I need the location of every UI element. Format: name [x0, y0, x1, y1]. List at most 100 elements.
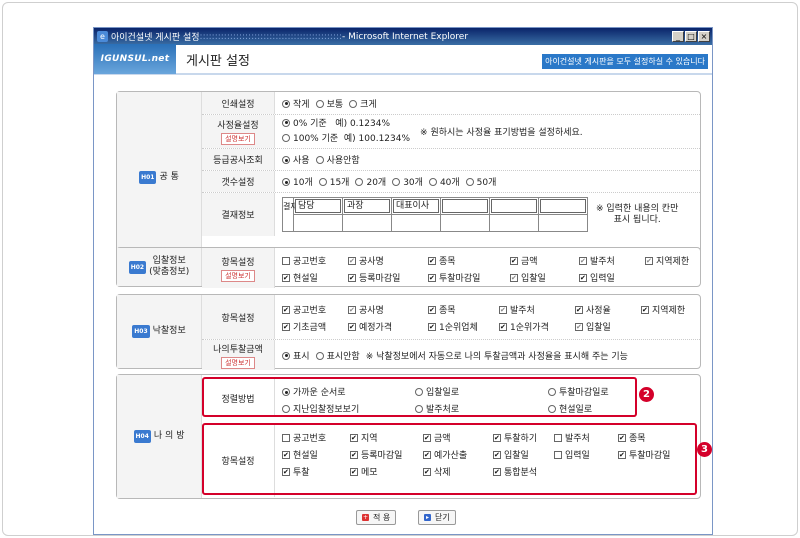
checkbox-icon — [510, 257, 518, 265]
checkbox-item[interactable]: 입찰일 — [510, 271, 579, 284]
window-title: 아이건설넷 게시판 설정 — [111, 33, 200, 43]
award-items-grid: 공고번호공사명종목발주처사정율지역제한기초금액예정가격1순위업체1순위가격입찰일 — [282, 303, 705, 333]
print-normal[interactable]: 보통 — [315, 97, 343, 110]
checkbox-icon — [428, 274, 436, 282]
section-icon: H03 — [132, 325, 150, 338]
bid-items-row: 항목설정설명보기 공고번호공사명종목금액발주처지역제한현설일등록마감일투찰마감일… — [202, 248, 700, 288]
print-small[interactable]: 작게 — [282, 97, 310, 110]
grade-use[interactable]: 사용 — [282, 153, 310, 166]
rate-note: ※ 원하시는 사정율 표기방법을 설정하세요. — [420, 128, 583, 138]
checkbox-icon — [348, 257, 356, 265]
count-50[interactable]: 50개 — [465, 175, 496, 188]
checkbox-item[interactable]: 공사명 — [348, 303, 428, 316]
grade-row: 등급공사조회 사용 사용안함 — [202, 148, 700, 170]
approval-gyeol: 결재 — [282, 197, 298, 232]
radio-icon — [315, 351, 324, 360]
approval-note: ※ 입력한 내용의 칸만 표시 됩니다. — [596, 203, 679, 225]
myroom-title: 나 의 방 — [153, 431, 185, 441]
checkbox-icon — [428, 306, 436, 314]
checkbox-item[interactable]: 공고번호 — [282, 303, 348, 316]
checkbox-item[interactable]: 현설일 — [282, 271, 348, 284]
highlight-box-3 — [202, 423, 697, 495]
checkbox-item[interactable]: 예정가격 — [348, 320, 428, 333]
checkbox-item[interactable]: 발주처 — [579, 254, 645, 267]
checkbox-item[interactable]: 등록마감일 — [348, 271, 428, 284]
rate-label: 사정율설정 — [217, 121, 259, 131]
rate-row: 사정율설정설명보기 0% 기준 예) 0.1234% 100% 기준 예) 10… — [202, 114, 700, 148]
radio-icon — [282, 178, 290, 186]
checkbox-item[interactable]: 지역제한 — [641, 303, 705, 316]
arrow-icon: ▸ — [424, 514, 431, 521]
approval-slot-2[interactable]: 과장 — [344, 199, 390, 213]
award-side: H03 낙찰정보 — [117, 295, 202, 368]
checkbox-icon — [282, 323, 290, 331]
checkbox-icon — [282, 306, 290, 314]
radio-icon — [392, 178, 401, 186]
browser-window: e 아이건설넷 게시판 설정 :::::::::::::::::::::::::… — [93, 27, 713, 535]
minimize-button[interactable]: _ — [672, 31, 684, 42]
radio-icon — [315, 99, 324, 108]
count-10[interactable]: 10개 — [282, 175, 313, 188]
maximize-button[interactable]: □ — [685, 31, 697, 42]
checkbox-item[interactable]: 금액 — [510, 254, 579, 267]
mybid-help-button[interactable]: 설명보기 — [221, 356, 255, 369]
count-20[interactable]: 20개 — [355, 175, 386, 188]
checkbox-icon — [645, 257, 653, 265]
checkbox-item[interactable]: 사정율 — [575, 303, 641, 316]
rate-help-button[interactable]: 설명보기 — [221, 133, 255, 145]
callout-badge-2: 2 — [639, 387, 654, 402]
checkbox-icon — [641, 306, 649, 314]
radio-icon — [282, 118, 290, 127]
checkbox-item[interactable]: 지역제한 — [645, 254, 709, 267]
common-title: 공 통 — [159, 172, 179, 182]
count-15[interactable]: 15개 — [318, 175, 349, 188]
checkbox-item[interactable]: 입력일 — [579, 271, 645, 284]
checkbox-item[interactable]: 투찰마감일 — [428, 271, 510, 284]
approval-slot-6[interactable] — [540, 199, 586, 213]
checkbox-item[interactable]: 입찰일 — [575, 320, 641, 333]
count-40[interactable]: 40개 — [428, 175, 460, 188]
mybid-row: 나의투찰금액 설명보기 표시 표시안함 ※ 낙찰정보에서 자동으로 나의 투찰금액… — [202, 339, 700, 370]
approval-slot-4[interactable] — [442, 199, 488, 213]
close-window-button[interactable]: × — [698, 31, 710, 42]
common-section: H01 공 통 인쇄설정 작게 보통 크게 사정율설정설명보기 0% 기준 예) … — [116, 91, 701, 264]
rate-0-option[interactable]: 0% 기준 예) 0.1234% — [282, 117, 410, 132]
header-note: 아이건설넷 게시판을 모두 설정하실 수 있습니다 — [542, 54, 708, 69]
apply-button[interactable]: + 적 용 — [356, 510, 397, 525]
bid-help-button[interactable]: 설명보기 — [221, 269, 255, 282]
close-button[interactable]: ▸ 닫기 — [418, 510, 456, 525]
mybid-hide[interactable]: 표시안함 — [315, 349, 360, 362]
checkbox-icon — [282, 274, 290, 282]
approval-slot-3[interactable]: 대표이사 — [393, 199, 439, 213]
checkbox-item[interactable]: 발주처 — [499, 303, 575, 316]
approval-slot-1[interactable]: 담당 — [295, 199, 341, 213]
site-logo: IGUNSUL.net — [94, 44, 176, 74]
checkbox-icon — [510, 274, 518, 282]
checkbox-icon — [348, 323, 356, 331]
print-row: 인쇄설정 작게 보통 크게 — [202, 92, 700, 114]
checkbox-icon — [499, 323, 507, 331]
checkbox-item[interactable]: 종목 — [428, 303, 499, 316]
checkbox-item[interactable]: 공사명 — [348, 254, 428, 267]
count-30[interactable]: 30개 — [392, 175, 423, 188]
plus-icon: + — [362, 514, 369, 521]
checkbox-item[interactable]: 공고번호 — [282, 254, 348, 267]
radio-icon — [282, 99, 290, 108]
checkbox-item[interactable]: 1순위업체 — [428, 320, 499, 333]
rate-100-option[interactable]: 100% 기준 예) 100.1234% — [282, 132, 410, 147]
checkbox-item[interactable]: 1순위가격 — [499, 320, 575, 333]
checkbox-icon — [282, 257, 290, 265]
checkbox-item[interactable]: 기초금액 — [282, 320, 348, 333]
radio-icon — [355, 178, 364, 186]
section-icon: H01 — [139, 171, 157, 184]
mybid-show[interactable]: 표시 — [282, 349, 310, 362]
bid-items-label: 항목설정 — [221, 257, 255, 268]
print-large[interactable]: 크게 — [349, 97, 377, 110]
award-title: 낙찰정보 — [152, 326, 186, 336]
grade-nouse[interactable]: 사용안함 — [315, 153, 360, 166]
browser-name: - Microsoft Internet Explorer — [342, 31, 469, 42]
approval-slot-5[interactable] — [491, 199, 537, 213]
approval-grid: 결재 담당 과장 대표이사 — [282, 197, 588, 232]
checkbox-item[interactable]: 종목 — [428, 254, 510, 267]
highlight-box-2 — [202, 377, 637, 417]
